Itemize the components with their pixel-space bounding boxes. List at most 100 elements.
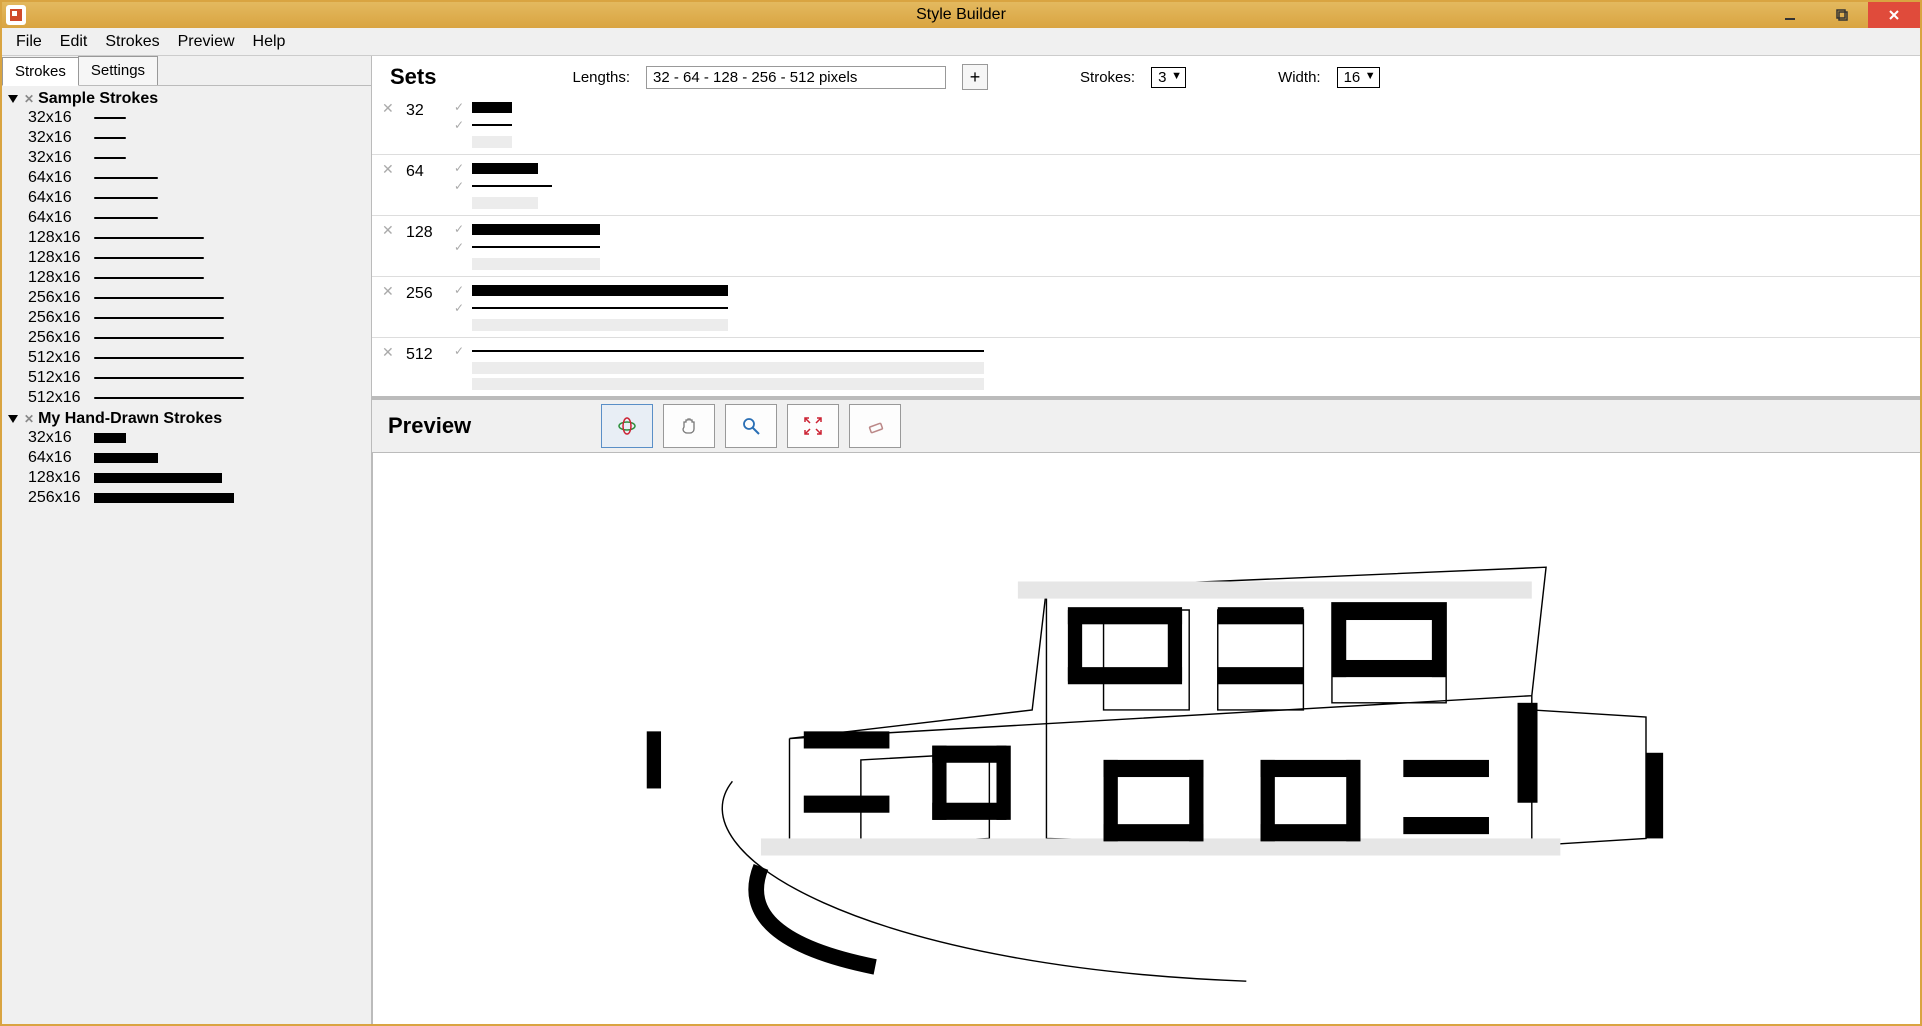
sets-title: Sets <box>390 64 436 90</box>
tree-item[interactable]: 128x16 <box>28 248 365 268</box>
zoom-tool-button[interactable] <box>725 404 777 448</box>
menu-help[interactable]: Help <box>245 29 294 55</box>
tree-item[interactable]: 32x16 <box>28 148 365 168</box>
sets-header: Sets Lengths: + Strokes: 3 Width: 16 <box>372 56 1920 94</box>
tree-item[interactable]: 64x16 <box>28 188 365 208</box>
tree-item-label: 512x16 <box>28 349 88 367</box>
sidebar: Strokes Settings ✕ Sample Strokes32x1632… <box>2 56 372 1024</box>
tree-item[interactable]: 512x16 <box>28 388 365 408</box>
tree-item[interactable]: 32x16 <box>28 128 365 148</box>
remove-set-icon[interactable]: ✕ <box>382 344 398 361</box>
content-area: Sets Lengths: + Strokes: 3 Width: 16 ✕32… <box>372 56 1920 1024</box>
tree-item[interactable]: 128x16 <box>28 228 365 248</box>
tree-item[interactable]: 256x16 <box>28 308 365 328</box>
tree-item[interactable]: 512x16 <box>28 368 365 388</box>
check-icon[interactable]: ✓ <box>454 161 466 175</box>
stroke-sample-icon <box>94 453 158 463</box>
stroke-bar <box>472 307 728 309</box>
set-row: ✕64✓✓ <box>372 154 1920 215</box>
tree-item-label: 128x16 <box>28 229 88 247</box>
remove-group-icon[interactable]: ✕ <box>24 92 34 106</box>
stroke-sample-icon <box>94 177 158 179</box>
stroke-bar <box>472 163 538 174</box>
tree-item[interactable]: 32x16 <box>28 428 365 448</box>
tree-item[interactable]: 64x16 <box>28 208 365 228</box>
check-icon[interactable]: ✓ <box>454 179 466 193</box>
main-area: Strokes Settings ✕ Sample Strokes32x1632… <box>2 56 1920 1024</box>
tree-item[interactable]: 128x16 <box>28 468 365 488</box>
stroke-bar <box>472 246 600 248</box>
tree-item-label: 64x16 <box>28 449 88 467</box>
strokes-select[interactable]: 3 <box>1151 67 1186 88</box>
tree-group-header[interactable]: ✕ My Hand-Drawn Strokes <box>8 410 365 428</box>
stroke-sample-icon <box>94 137 126 139</box>
stroke-sample-icon <box>94 337 224 339</box>
orbit-tool-button[interactable] <box>601 404 653 448</box>
stroke-placeholder[interactable] <box>472 258 600 270</box>
tree-item[interactable]: 64x16 <box>28 168 365 188</box>
remove-group-icon[interactable]: ✕ <box>24 412 34 426</box>
minimize-button[interactable] <box>1764 2 1816 28</box>
set-stroke-stack: ✓ <box>454 344 984 390</box>
tree-item-label: 32x16 <box>28 149 88 167</box>
set-stroke-stack: ✓✓ <box>454 161 552 209</box>
tab-settings[interactable]: Settings <box>78 56 158 85</box>
sets-list: ✕32✓✓✕64✓✓✕128✓✓✕256✓✓✕512✓ <box>372 94 1920 398</box>
tree-item-label: 256x16 <box>28 309 88 327</box>
check-icon[interactable]: ✓ <box>454 222 466 236</box>
stroke-sample-icon <box>94 117 126 119</box>
add-set-button[interactable]: + <box>962 64 988 90</box>
remove-set-icon[interactable]: ✕ <box>382 100 398 117</box>
stroke-placeholder[interactable] <box>472 378 984 390</box>
lengths-input[interactable] <box>646 66 946 89</box>
tree-item[interactable]: 128x16 <box>28 268 365 288</box>
set-size-label: 64 <box>406 161 446 181</box>
set-stroke-stack: ✓✓ <box>454 100 512 148</box>
check-icon[interactable]: ✓ <box>454 301 466 315</box>
close-button[interactable] <box>1868 2 1920 28</box>
tree-item[interactable]: 256x16 <box>28 488 365 508</box>
preview-canvas[interactable] <box>372 453 1920 1024</box>
tree-item-label: 256x16 <box>28 289 88 307</box>
stroke-bar <box>472 350 984 352</box>
stroke-placeholder[interactable] <box>472 136 512 148</box>
menu-strokes[interactable]: Strokes <box>97 29 167 55</box>
tree-item[interactable]: 512x16 <box>28 348 365 368</box>
tree-item[interactable]: 256x16 <box>28 328 365 348</box>
zoom-extents-button[interactable] <box>787 404 839 448</box>
stroke-bar <box>472 102 512 113</box>
strokes-count-label: Strokes: <box>1080 69 1135 86</box>
set-row: ✕512✓ <box>372 337 1920 396</box>
stroke-placeholder[interactable] <box>472 362 984 374</box>
stroke-placeholder[interactable] <box>472 319 728 331</box>
width-select[interactable]: 16 <box>1337 67 1380 88</box>
preview-area: Preview <box>372 398 1920 1024</box>
remove-set-icon[interactable]: ✕ <box>382 222 398 239</box>
remove-set-icon[interactable]: ✕ <box>382 283 398 300</box>
check-icon[interactable]: ✓ <box>454 240 466 254</box>
menu-file[interactable]: File <box>8 29 50 55</box>
preview-title: Preview <box>388 413 471 439</box>
collapse-icon <box>8 415 18 423</box>
tab-strokes[interactable]: Strokes <box>2 57 79 86</box>
tree-item[interactable]: 64x16 <box>28 448 365 468</box>
check-icon[interactable]: ✓ <box>454 118 466 132</box>
window-controls <box>1764 2 1920 28</box>
check-icon[interactable]: ✓ <box>454 344 466 358</box>
tree-item[interactable]: 256x16 <box>28 288 365 308</box>
check-icon[interactable]: ✓ <box>454 100 466 114</box>
tree-group-header[interactable]: ✕ Sample Strokes <box>8 90 365 108</box>
set-row: ✕256✓✓ <box>372 276 1920 337</box>
set-size-label: 128 <box>406 222 446 242</box>
tree-item[interactable]: 32x16 <box>28 108 365 128</box>
preview-drawing <box>504 453 1789 1024</box>
maximize-button[interactable] <box>1816 2 1868 28</box>
eraser-tool-button[interactable] <box>849 404 901 448</box>
remove-set-icon[interactable]: ✕ <box>382 161 398 178</box>
menu-edit[interactable]: Edit <box>52 29 96 55</box>
tree-item-label: 256x16 <box>28 329 88 347</box>
menu-preview[interactable]: Preview <box>170 29 243 55</box>
stroke-placeholder[interactable] <box>472 197 538 209</box>
pan-tool-button[interactable] <box>663 404 715 448</box>
check-icon[interactable]: ✓ <box>454 283 466 297</box>
